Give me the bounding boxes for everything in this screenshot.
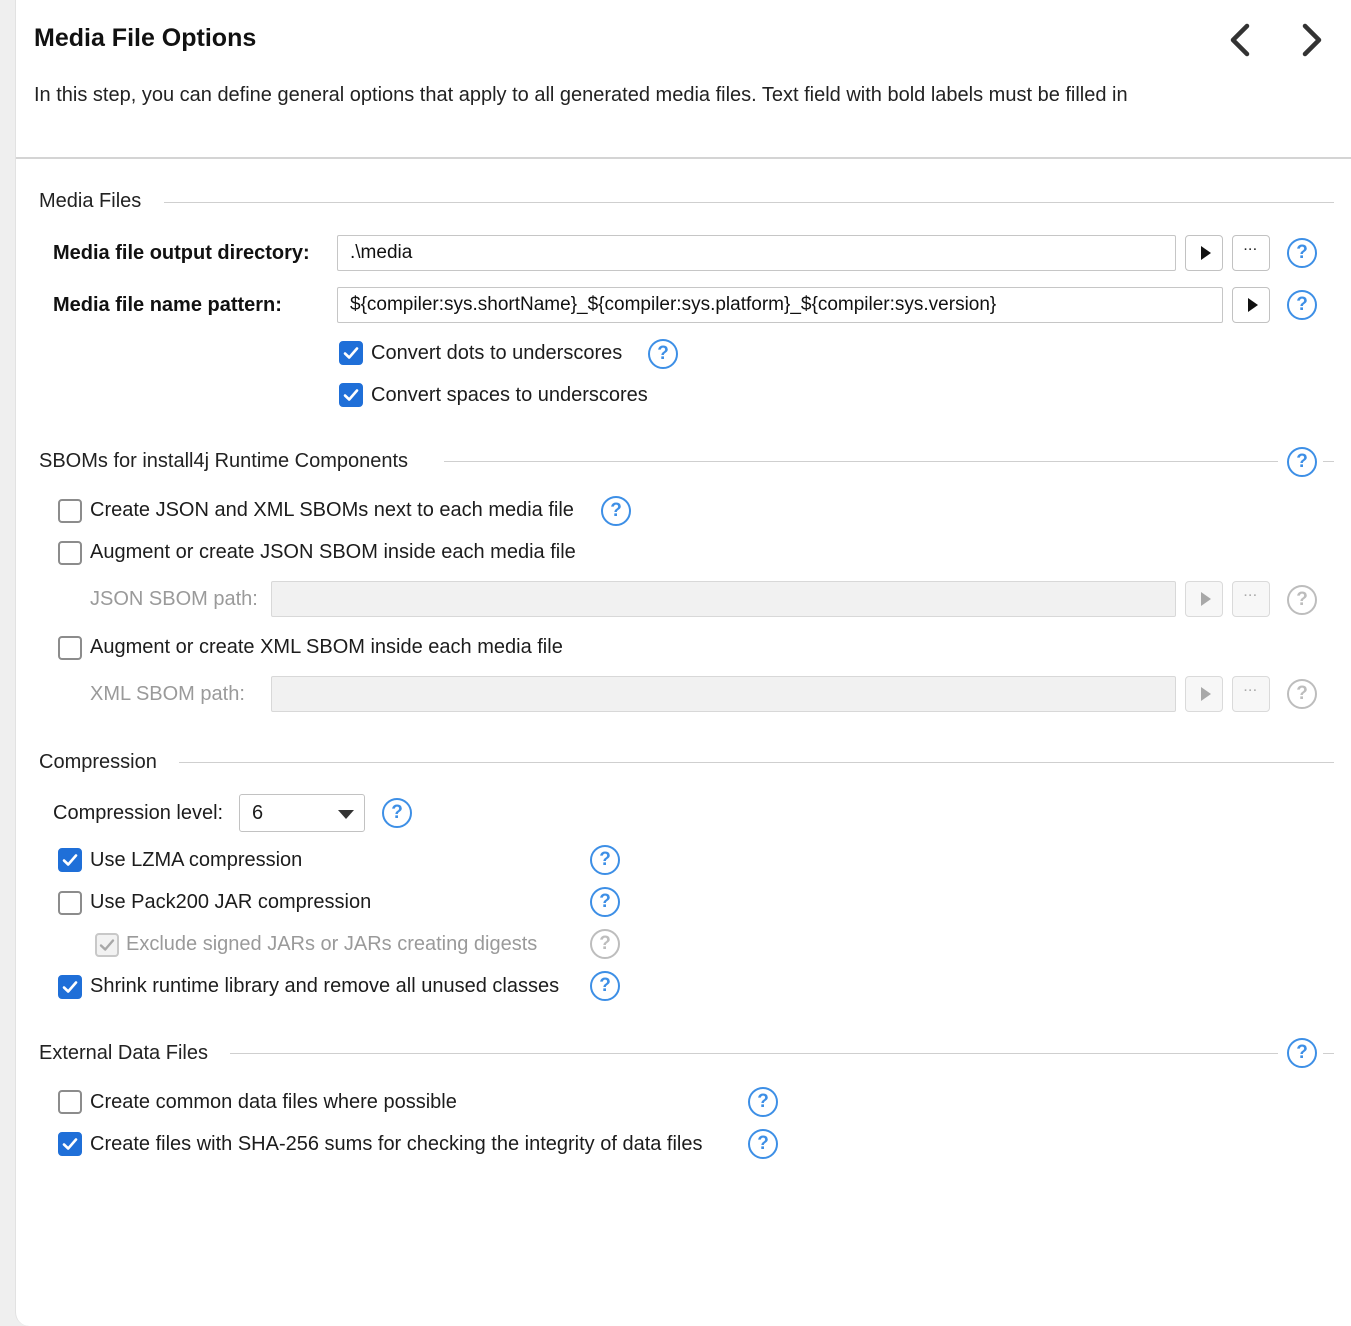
json-sbom-path-input[interactable] [271,581,1176,617]
xml-sbom-browse-button[interactable]: ··· [1232,676,1270,712]
checkmark-icon [99,939,115,951]
help-icon[interactable]: ? [748,1129,778,1159]
help-icon[interactable]: ? [590,845,620,875]
compression-level-select[interactable]: 6 [239,794,365,832]
checkmark-icon [343,389,359,401]
pack200-compression-label[interactable]: Use Pack200 JAR compression [90,891,371,914]
section-divider [164,202,1334,203]
name-pattern-label: Media file name pattern: [53,294,282,316]
ellipsis-icon: ··· [1244,590,1258,602]
page-header: Media File Options In this step, you can… [16,0,1351,159]
help-icon[interactable]: ? [748,1087,778,1117]
chevron-right-icon [1302,23,1322,57]
json-sbom-browse-button[interactable]: ··· [1232,581,1270,617]
output-dir-browse-button[interactable]: ··· [1232,235,1270,271]
section-compression-title: Compression [39,751,157,773]
output-dir-label: Media file output directory: [53,242,310,264]
section-divider [1323,1053,1334,1054]
create-json-xml-sboms-checkbox[interactable] [58,499,82,523]
convert-spaces-checkbox[interactable] [339,383,363,407]
play-arrow-icon [1200,592,1211,606]
shrink-runtime-checkbox[interactable] [58,975,82,999]
help-icon[interactable]: ? [590,887,620,917]
section-divider [444,461,1278,462]
checkmark-icon [62,1138,78,1150]
convert-spaces-label[interactable]: Convert spaces to underscores [371,384,648,407]
common-data-files-checkbox[interactable] [58,1090,82,1114]
play-arrow-icon [1200,246,1211,260]
checkmark-icon [343,347,359,359]
augment-xml-sbom-label[interactable]: Augment or create XML SBOM inside each m… [90,636,563,659]
sha256-sums-checkbox[interactable] [58,1132,82,1156]
play-arrow-icon [1247,298,1258,312]
chevron-left-icon [1230,23,1250,57]
name-pattern-variable-button[interactable] [1232,287,1270,323]
section-media-files-title: Media Files [39,190,142,212]
play-arrow-icon [1200,687,1211,701]
help-icon[interactable]: ? [601,496,631,526]
help-icon[interactable]: ? [382,798,412,828]
section-divider [230,1053,1278,1054]
create-json-xml-sboms-label[interactable]: Create JSON and XML SBOMs next to each m… [90,499,574,522]
json-sbom-variable-button[interactable] [1185,581,1223,617]
augment-json-sbom-checkbox[interactable] [58,541,82,565]
back-button[interactable] [1221,20,1261,60]
json-sbom-path-label: JSON SBOM path: [90,588,258,610]
output-dir-input[interactable]: .\media [337,235,1176,271]
convert-dots-checkbox[interactable] [339,341,363,365]
ellipsis-icon: ··· [1244,244,1258,256]
ellipsis-icon: ··· [1244,685,1258,697]
exclude-signed-jars-label[interactable]: Exclude signed JARs or JARs creating dig… [126,933,537,956]
xml-sbom-path-input[interactable] [271,676,1176,712]
exclude-signed-jars-checkbox[interactable] [95,933,119,957]
compression-level-value: 6 [252,802,264,824]
pack200-compression-checkbox[interactable] [58,891,82,915]
media-file-options-panel: Media File Options In this step, you can… [15,0,1351,1326]
help-icon[interactable]: ? [1287,1038,1317,1068]
page-description: In this step, you can define general opt… [34,84,1128,106]
help-icon[interactable]: ? [590,929,620,959]
common-data-files-label[interactable]: Create common data files where possible [90,1091,457,1114]
dropdown-arrow-icon [338,810,354,819]
section-divider [1323,461,1334,462]
help-icon[interactable]: ? [1287,238,1317,268]
help-icon[interactable]: ? [648,339,678,369]
output-dir-variable-button[interactable] [1185,235,1223,271]
augment-xml-sbom-checkbox[interactable] [58,636,82,660]
help-icon[interactable]: ? [1287,585,1317,615]
shrink-runtime-label[interactable]: Shrink runtime library and remove all un… [90,975,559,998]
section-external-data-title: External Data Files [39,1042,208,1064]
next-button[interactable] [1291,20,1331,60]
xml-sbom-path-label: XML SBOM path: [90,683,245,705]
lzma-compression-checkbox[interactable] [58,848,82,872]
help-icon[interactable]: ? [590,971,620,1001]
xml-sbom-variable-button[interactable] [1185,676,1223,712]
sha256-sums-label[interactable]: Create files with SHA-256 sums for check… [90,1133,703,1156]
checkmark-icon [62,854,78,866]
section-divider [179,762,1334,763]
checkmark-icon [62,981,78,993]
page-title: Media File Options [34,24,257,52]
help-icon[interactable]: ? [1287,290,1317,320]
help-icon[interactable]: ? [1287,447,1317,477]
convert-dots-label[interactable]: Convert dots to underscores [371,342,622,365]
compression-level-label: Compression level: [53,802,224,824]
name-pattern-input[interactable]: ${compiler:sys.shortName}_${compiler:sys… [337,287,1223,323]
lzma-compression-label[interactable]: Use LZMA compression [90,849,302,872]
augment-json-sbom-label[interactable]: Augment or create JSON SBOM inside each … [90,541,576,564]
section-sboms-title: SBOMs for install4j Runtime Components [39,450,409,472]
help-icon[interactable]: ? [1287,679,1317,709]
